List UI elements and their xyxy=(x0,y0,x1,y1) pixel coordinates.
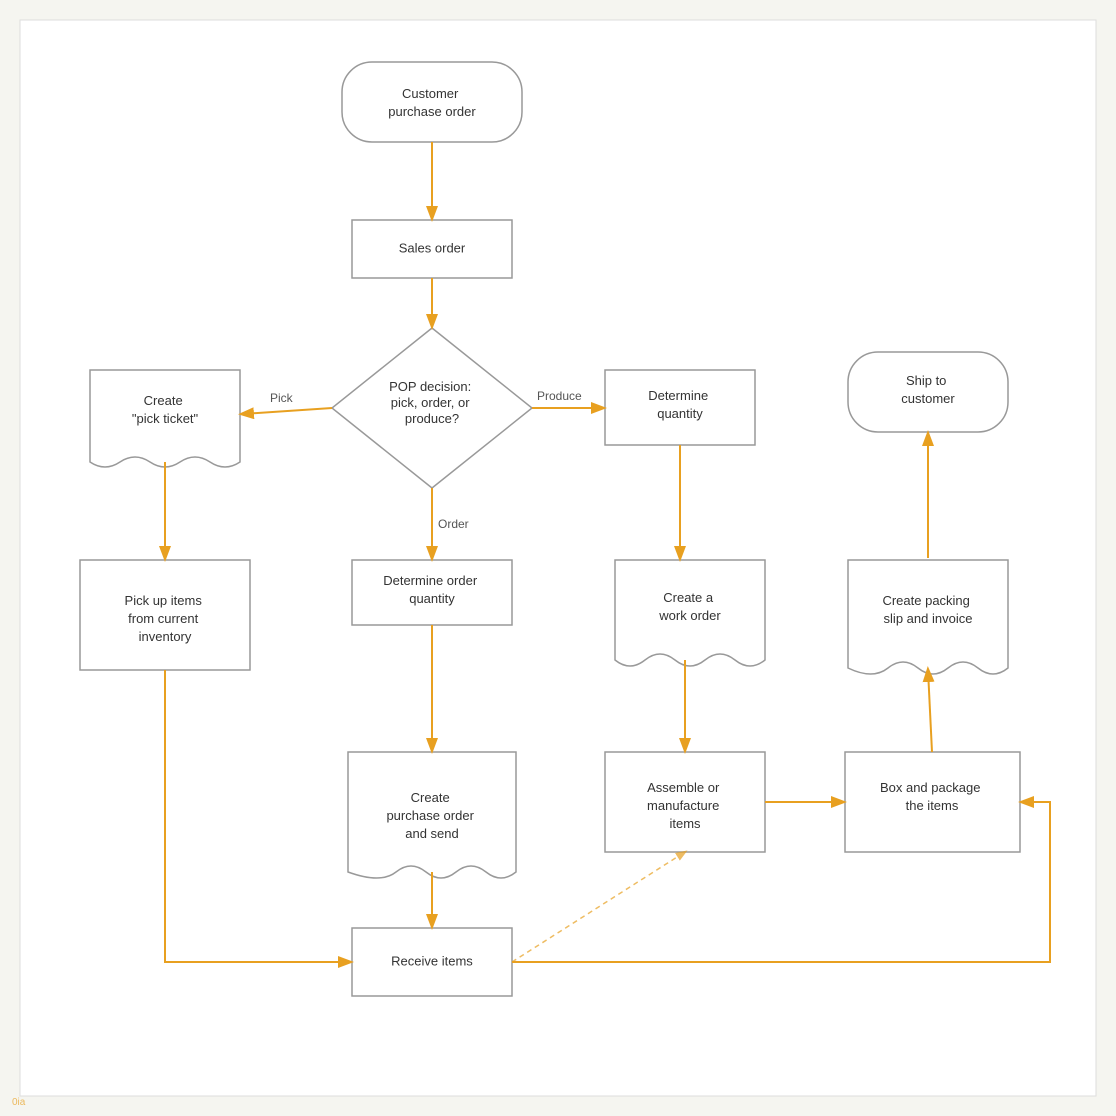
node-create-work-order: Create a work order xyxy=(615,560,765,666)
node-pick-up-items: Pick up items from current inventory xyxy=(80,560,250,670)
node-create-po: Create purchase order and send xyxy=(348,752,516,878)
watermark-text: 0ia xyxy=(12,1097,25,1108)
svg-text:Receive items: Receive items xyxy=(391,953,473,968)
diagram-container: Customer purchase order Sales order POP … xyxy=(0,0,1116,1116)
node-assemble-items: Assemble or manufacture items xyxy=(605,752,765,852)
node-sales-order: Sales order xyxy=(352,220,512,278)
label-produce: Produce xyxy=(537,389,582,403)
node-box-package: Box and package the items xyxy=(845,752,1020,852)
node-receive-items: Receive items xyxy=(352,928,512,996)
svg-text:Sales order: Sales order xyxy=(399,240,466,255)
node-determine-qty: Determine quantity xyxy=(605,370,755,445)
node-create-packing: Create packing slip and invoice xyxy=(848,560,1008,674)
node-determine-order-qty: Determine order quantity xyxy=(352,560,512,625)
node-pick-ticket: Create "pick ticket" xyxy=(90,370,240,467)
node-ship-to-customer: Ship to customer xyxy=(848,352,1008,432)
node-customer-po: Customer purchase order xyxy=(342,62,522,142)
label-pick: Pick xyxy=(270,391,294,405)
label-order: Order xyxy=(438,517,469,531)
